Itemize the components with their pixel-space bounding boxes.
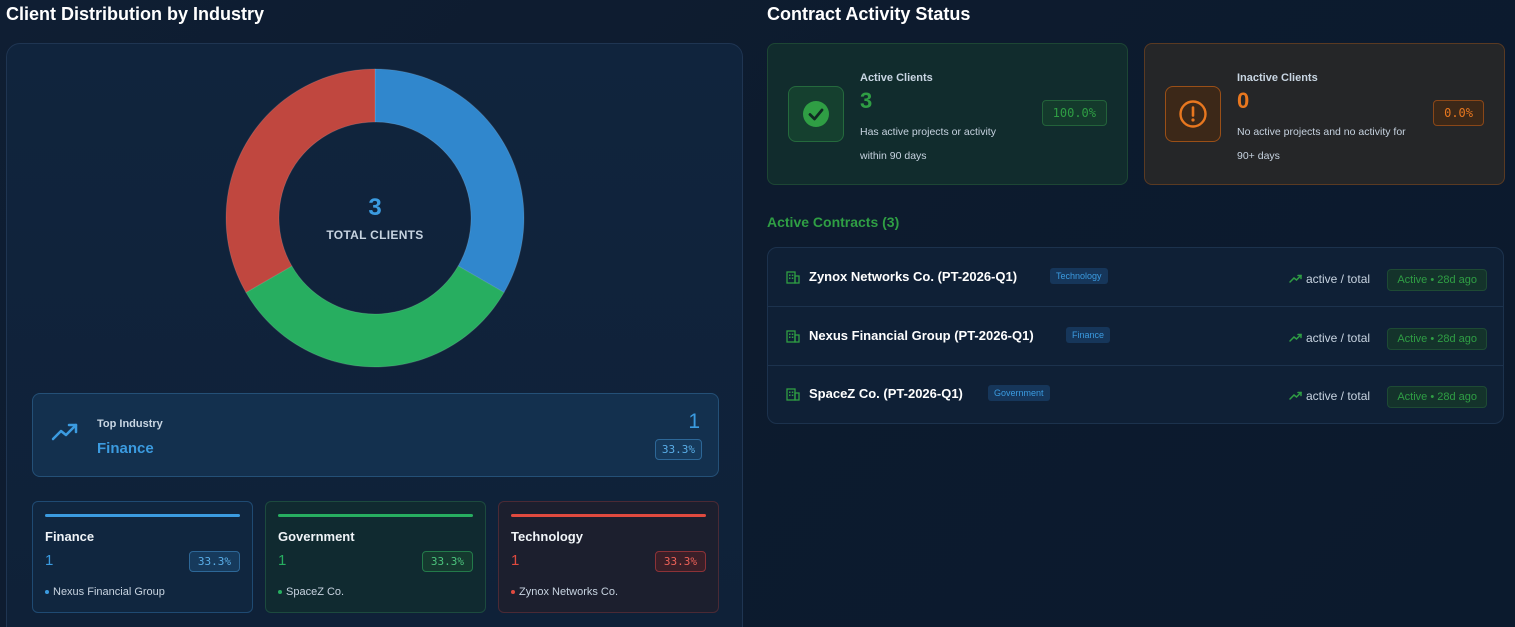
industry-color-bar bbox=[511, 514, 706, 517]
bullet-dot bbox=[278, 590, 282, 595]
industry-client: Nexus Financial Group bbox=[45, 586, 165, 598]
contract-activity: active / total bbox=[1306, 331, 1371, 345]
industry-name: Technology bbox=[511, 529, 583, 544]
industry-card-finance: Finance 1 33.3% Nexus Financial Group bbox=[32, 501, 253, 613]
contract-activity: active / total bbox=[1306, 272, 1371, 286]
active-clients-description: Has active projects or activity within 9… bbox=[860, 126, 996, 162]
inactive-clients-percent-badge: 0.0% bbox=[1433, 100, 1484, 126]
industry-tag: Finance bbox=[1066, 327, 1111, 343]
inactive-clients-card: Inactive Clients 0 No active projects an… bbox=[1144, 43, 1505, 185]
industry-count: 1 bbox=[45, 552, 54, 569]
total-clients-label: TOTAL CLIENTS bbox=[326, 228, 424, 242]
total-clients-value: 3 bbox=[368, 194, 382, 221]
trending-up-icon bbox=[1289, 330, 1302, 348]
contract-status-badge: Active • 28d ago bbox=[1387, 269, 1487, 291]
active-contracts-list: Zynox Networks Co. (PT-2026-Q1) Technolo… bbox=[767, 247, 1504, 424]
industry-count: 1 bbox=[511, 552, 520, 569]
active-clients-percent-badge: 100.0% bbox=[1041, 100, 1107, 126]
industry-client: SpaceZ Co. bbox=[278, 586, 344, 598]
check-circle-icon bbox=[788, 86, 844, 142]
trending-up-icon bbox=[51, 422, 79, 447]
active-contracts-header: Active Contracts (3) bbox=[767, 214, 900, 230]
inactive-clients-label: Inactive Clients bbox=[1237, 72, 1318, 84]
industry-color-bar bbox=[45, 514, 240, 517]
industry-count: 1 bbox=[278, 552, 287, 569]
industry-tag: Technology bbox=[1050, 268, 1108, 284]
contract-row[interactable]: Zynox Networks Co. (PT-2026-Q1) Technolo… bbox=[768, 248, 1503, 306]
trending-up-icon bbox=[1289, 271, 1302, 289]
industry-client-name: Zynox Networks Co. bbox=[519, 586, 619, 598]
industry-name: Government bbox=[278, 529, 355, 544]
contract-name: Nexus Financial Group (PT-2026-Q1) bbox=[809, 328, 1034, 343]
contract-status-badge: Active • 28d ago bbox=[1387, 386, 1487, 408]
industry-name: Finance bbox=[45, 529, 95, 544]
industry-client: Zynox Networks Co. bbox=[511, 586, 618, 598]
top-industry-percent-badge: 33.3% bbox=[654, 439, 702, 460]
industry-donut-chart: 3 TOTAL CLIENTS bbox=[225, 68, 525, 368]
industry-client-name: Nexus Financial Group bbox=[53, 586, 165, 598]
top-industry-value: Finance bbox=[97, 440, 154, 457]
top-industry-card: Top Industry Finance 1 33.3% bbox=[32, 393, 719, 477]
industry-tag: Government bbox=[988, 385, 1050, 401]
alert-circle-icon bbox=[1165, 86, 1221, 142]
top-industry-count: 1 bbox=[688, 410, 700, 433]
building-icon bbox=[786, 329, 800, 348]
active-clients-count: 3 bbox=[860, 88, 873, 113]
industry-client-name: SpaceZ Co. bbox=[286, 586, 345, 598]
industry-percent-badge: 33.3% bbox=[654, 551, 706, 572]
active-clients-card: Active Clients 3 Has active projects or … bbox=[767, 43, 1128, 185]
inactive-clients-description: No active projects and no activity for 9… bbox=[1237, 126, 1406, 162]
contract-activity: active / total bbox=[1306, 389, 1371, 403]
building-icon bbox=[786, 387, 800, 406]
bullet-dot bbox=[511, 590, 515, 595]
contract-row[interactable]: SpaceZ Co. (PT-2026-Q1) Government activ… bbox=[768, 365, 1503, 423]
trending-up-icon bbox=[1289, 388, 1302, 406]
inactive-clients-count: 0 bbox=[1237, 88, 1250, 113]
donut-center: 3 TOTAL CLIENTS bbox=[225, 68, 525, 368]
contract-status-badge: Active • 28d ago bbox=[1387, 328, 1487, 350]
industry-percent-badge: 33.3% bbox=[188, 551, 240, 572]
industry-color-bar bbox=[278, 514, 473, 517]
distribution-card: 3 TOTAL CLIENTS Top Industry Finance 1 3… bbox=[6, 43, 743, 627]
building-icon bbox=[786, 270, 800, 289]
industry-card-government: Government 1 33.3% SpaceZ Co. bbox=[265, 501, 486, 613]
distribution-title: Client Distribution by Industry bbox=[6, 4, 265, 24]
contract-status-title: Contract Activity Status bbox=[767, 4, 971, 24]
contract-name: Zynox Networks Co. (PT-2026-Q1) bbox=[809, 269, 1018, 284]
active-clients-label: Active Clients bbox=[860, 72, 933, 84]
top-industry-label: Top Industry bbox=[97, 418, 163, 430]
contract-row[interactable]: Nexus Financial Group (PT-2026-Q1) Finan… bbox=[768, 307, 1503, 365]
industry-percent-badge: 33.3% bbox=[421, 551, 473, 572]
industry-card-technology: Technology 1 33.3% Zynox Networks Co. bbox=[498, 501, 719, 613]
bullet-dot bbox=[45, 590, 49, 595]
contract-name: SpaceZ Co. (PT-2026-Q1) bbox=[809, 386, 963, 401]
